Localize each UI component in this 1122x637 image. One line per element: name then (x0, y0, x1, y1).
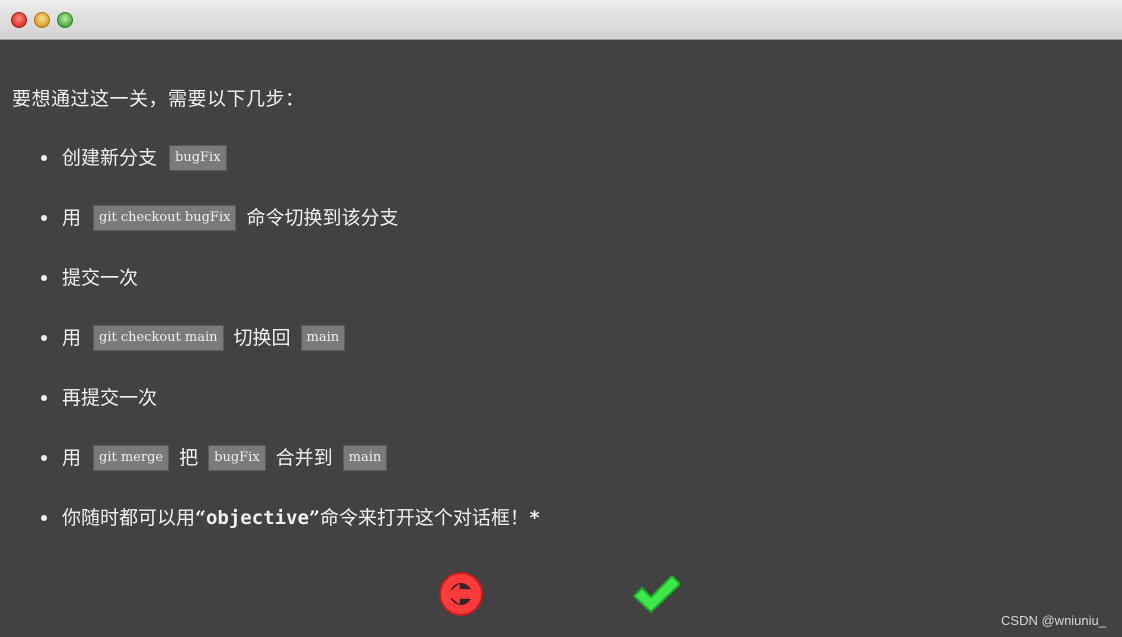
asterisk: * (528, 507, 541, 529)
code-snippet: bugFix (169, 145, 227, 171)
step-item-create-branch: 创建新分支 bugFix (41, 143, 237, 171)
step-item-objective-hint: 你随时都可以用“objective”命令来打开这个对话框！* (41, 503, 541, 531)
step-text: 切换回 (233, 327, 291, 349)
step-text: 命令切换到该分支 (246, 207, 399, 229)
bullet-icon (41, 155, 47, 161)
code-snippet: bugFix (208, 445, 266, 471)
confirm-button[interactable] (630, 574, 684, 616)
step-text: 合并到 (275, 447, 333, 469)
zoom-window-icon[interactable] (57, 12, 73, 28)
objective-dialog: 要想通过这一关，需要以下几步： 创建新分支 bugFix 用 git checkou… (0, 40, 1122, 560)
bullet-icon (41, 215, 47, 221)
bullet-icon (41, 275, 47, 281)
watermark-text: CSDN @wniuniu_ (1001, 613, 1106, 628)
code-snippet: git merge (93, 445, 170, 471)
step-item-commit-once: 提交一次 (41, 263, 139, 291)
step-item-commit-again: 再提交一次 (41, 383, 158, 411)
bullet-icon (41, 335, 47, 341)
step-item-checkout-main: 用 git checkout main 切换回 main (41, 323, 355, 351)
bullet-icon (41, 515, 47, 521)
step-text: 用 (62, 327, 82, 349)
step-text: 再提交一次 (62, 387, 158, 409)
quote-close: ” (308, 507, 320, 529)
step-text: 用 (62, 447, 82, 469)
code-snippet: git checkout main (93, 325, 224, 351)
step-item-checkout-bugfix: 用 git checkout bugFix 命令切换到该分支 (41, 203, 399, 231)
back-button[interactable] (438, 571, 484, 617)
objective-keyword: objective (205, 507, 309, 529)
window-titlebar (0, 0, 1122, 40)
code-snippet: main (342, 445, 388, 471)
dialog-intro: 要想通过这一关，需要以下几步： (12, 88, 305, 110)
quote-open: “ (195, 507, 206, 529)
checkmark-icon (633, 575, 681, 613)
left-arrow-circle-icon (439, 572, 483, 616)
bullet-icon (41, 395, 47, 401)
step-text: 创建新分支 (62, 147, 158, 169)
step-text: 把 (179, 447, 199, 469)
step-text: 用 (62, 207, 82, 229)
code-snippet: git checkout bugFix (93, 205, 237, 231)
step-item-merge: 用 git merge 把 bugFix 合并到 main (41, 443, 397, 471)
step-text: 提交一次 (62, 267, 139, 289)
step-text: 命令来打开这个对话框！ (319, 507, 529, 529)
code-snippet: main (300, 325, 346, 351)
step-text: 你随时都可以用 (62, 507, 196, 529)
minimize-window-icon[interactable] (34, 12, 50, 28)
bullet-icon (41, 455, 47, 461)
close-window-icon[interactable] (11, 12, 27, 28)
